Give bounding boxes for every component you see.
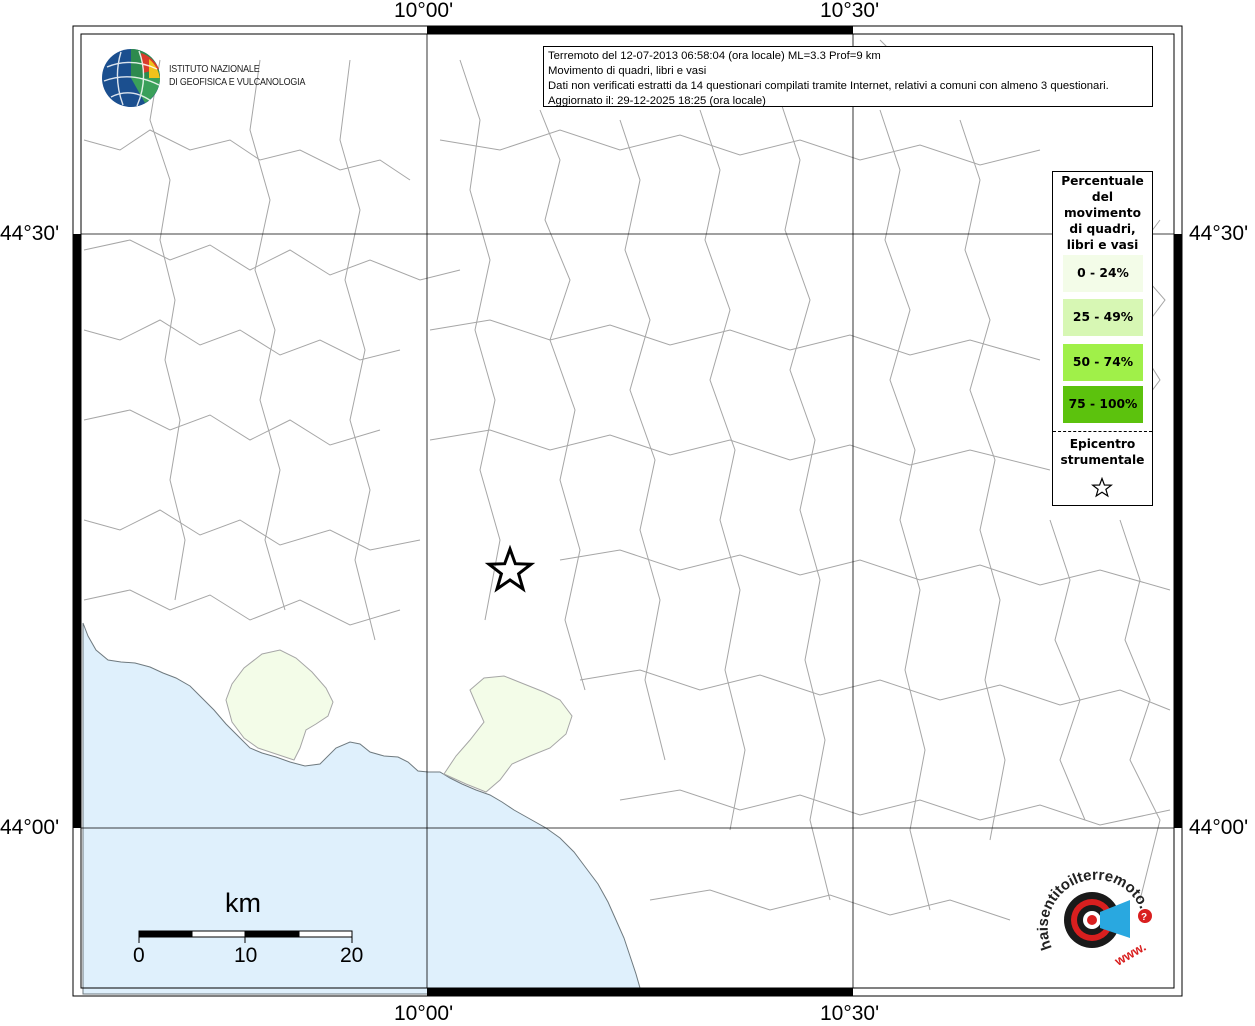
info-line-data-note: Dati non verificati estratti da 14 quest…: [548, 80, 1109, 92]
legend-title-line: libri e vasi: [1066, 238, 1139, 252]
ingv-logo-text: ISTITUTO NAZIONALE DI GEOFISICA E VULCAN…: [169, 63, 305, 89]
legend-item-50-74: 50 - 74%: [1063, 344, 1143, 381]
info-line-parameter: Movimento di quadri, libri e vasi: [548, 65, 707, 77]
lon-label-top-2: 10°30': [820, 0, 880, 22]
legend-epicenter-line: strumentale: [1060, 453, 1145, 467]
ingv-logo-line1: ISTITUTO NAZIONALE: [169, 63, 260, 75]
earthquake-info-box: Terremoto del 12-07-2013 06:58:04 (ora l…: [543, 46, 1153, 107]
scale-tick-20: 20: [340, 944, 364, 967]
lat-label-right-2: 44°00': [1189, 816, 1249, 839]
ingv-globe-logo: [102, 49, 160, 107]
svg-text:?: ?: [1141, 912, 1147, 923]
hai-sentito-il-terremoto-logo: haisentitoilterremoto.it ? www.: [1030, 850, 1153, 969]
hst-logo-www: www.: [1111, 939, 1148, 969]
info-line-updated: Aggiornato il: 29-12-2025 18:25 (ora loc…: [548, 95, 766, 107]
legend-divider: [1053, 431, 1152, 432]
legend-title-line: di quadri,: [1069, 222, 1136, 236]
legend-epicenter-line: Epicentro: [1069, 437, 1136, 451]
legend-title-line: movimento: [1063, 206, 1142, 220]
legend-epicenter-title: Epicentro strumentale: [1053, 436, 1152, 468]
info-line-event: Terremoto del 12-07-2013 06:58:04 (ora l…: [548, 50, 881, 62]
legend-item-75-100: 75 - 100%: [1063, 386, 1143, 423]
lon-label-bottom-1: 10°00': [394, 1002, 454, 1025]
legend-title-line: del: [1091, 190, 1114, 204]
scale-bar-unit: km: [225, 888, 261, 918]
legend-title: Percentuale del movimento di quadri, lib…: [1053, 173, 1152, 253]
star-icon: [1091, 477, 1113, 498]
lon-label-top-1: 10°00': [394, 0, 454, 22]
lat-label-left-1: 44°30': [0, 222, 60, 245]
scale-tick-0: 0: [133, 944, 145, 967]
ingv-logo-line2: DI GEOFISICA E VULCANOLOGIA: [169, 76, 306, 88]
lon-label-bottom-2: 10°30': [820, 1002, 880, 1025]
legend-item-25-49: 25 - 49%: [1063, 299, 1143, 336]
legend-title-line: Percentuale: [1061, 174, 1144, 188]
scale-tick-10: 10: [234, 944, 258, 967]
legend: Percentuale del movimento di quadri, lib…: [1052, 171, 1153, 506]
lat-label-right-1: 44°30': [1189, 222, 1249, 245]
legend-item-0-24: 0 - 24%: [1063, 255, 1143, 292]
lat-label-left-2: 44°00': [0, 816, 60, 839]
